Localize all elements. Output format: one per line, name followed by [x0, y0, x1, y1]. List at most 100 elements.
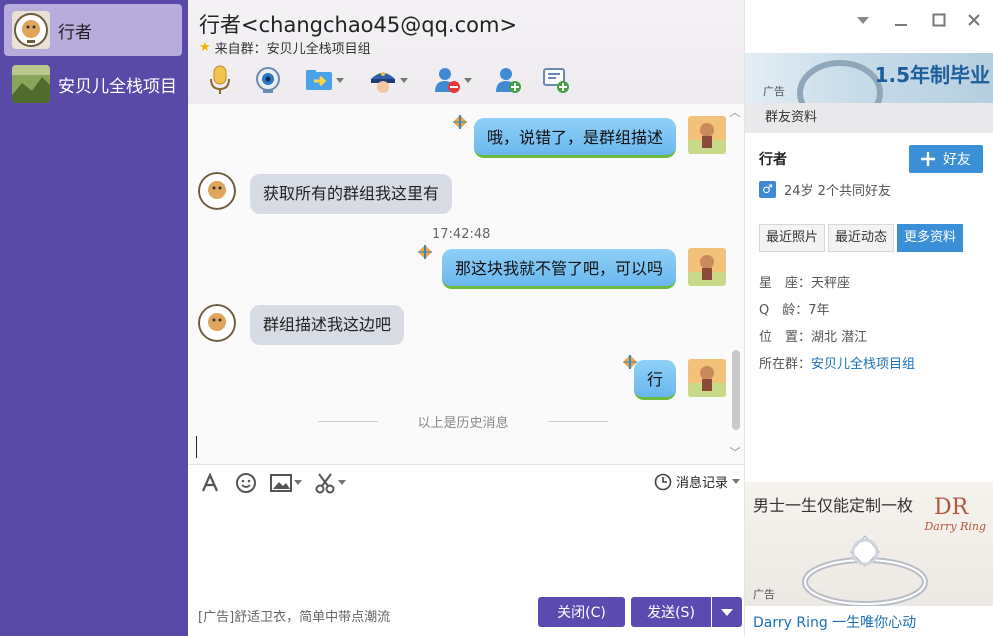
chevron-down-icon[interactable]: [463, 77, 472, 83]
add-friend-button[interactable]: 好友: [909, 145, 983, 173]
send-options-button[interactable]: [712, 597, 742, 627]
avatar[interactable]: [198, 304, 236, 342]
divider-line: [548, 421, 608, 422]
message-manager-icon: [543, 68, 569, 93]
add-friend-label: 好友: [943, 152, 971, 168]
svg-text:DR: DR: [934, 495, 970, 520]
close-button[interactable]: 关闭(C): [538, 597, 625, 627]
tab-more-info[interactable]: 更多资料: [897, 224, 964, 252]
block-user-button[interactable]: [420, 62, 484, 98]
detail-label: 星 座：: [759, 276, 812, 291]
send-file-button[interactable]: [292, 62, 356, 98]
emoji-icon: [236, 472, 256, 493]
voice-call-button[interactable]: [196, 62, 244, 98]
ring-image: [802, 535, 928, 606]
top-ad-banner[interactable]: 1.5年制毕业 广告: [745, 53, 993, 103]
chevron-down-icon: [721, 608, 733, 616]
font-button[interactable]: [192, 465, 228, 501]
add-friend-icon: [496, 68, 521, 93]
dropdown-icon[interactable]: [853, 10, 873, 30]
ad-label: 广告: [763, 85, 785, 98]
scissors-icon: [315, 472, 335, 493]
conversation-name: 行者: [58, 22, 92, 43]
avatar: [12, 65, 50, 103]
message-bubble[interactable]: 获取所有的群组我这里有: [250, 174, 453, 214]
conversation-name: 安贝儿全栈项目: [58, 76, 177, 97]
add-friend-toolbar-button[interactable]: [484, 62, 532, 98]
avatar[interactable]: [198, 172, 236, 210]
minimize-icon[interactable]: [891, 10, 911, 30]
chevron-down-icon[interactable]: [732, 479, 740, 484]
ad-link[interactable]: [广告]舒适卫衣，简单中带点潮流: [198, 606, 390, 625]
detail-label: Q 龄：: [759, 303, 809, 318]
remote-assist-icon: [370, 72, 395, 93]
screenshot-button[interactable]: [308, 465, 352, 501]
avatar: [12, 11, 50, 49]
star-icon: ★: [199, 40, 211, 55]
remote-assist-button[interactable]: [356, 62, 420, 98]
maximize-icon[interactable]: [929, 10, 949, 30]
history-notice: 以上是历史消息: [417, 416, 509, 431]
conversation-item-xingzhe[interactable]: 行者: [4, 4, 182, 56]
close-icon[interactable]: [964, 10, 984, 30]
kite-icon: [453, 115, 467, 129]
file-transfer-icon: [305, 70, 332, 90]
emoji-button[interactable]: [228, 465, 264, 501]
ad-caption-link[interactable]: Darry Ring 一生唯你心动: [753, 612, 916, 632]
kite-icon: [418, 245, 432, 259]
subtitle-text: 来自群：安贝儿全栈项目组: [214, 42, 371, 57]
profile-panel: 1.5年制毕业 广告 群友资料 行者 好友 ♂ 24岁 2个共同好友 最近照片 …: [744, 0, 993, 636]
message-bubble[interactable]: 那这块我就不管了吧，可以吗: [441, 249, 676, 289]
font-icon: [201, 472, 219, 491]
profile-info: ♂ 24岁 2个共同好友: [759, 180, 891, 199]
conversation-sidebar: 行者 安贝儿全栈项目: [0, 0, 188, 636]
image-button[interactable]: [264, 465, 308, 501]
message-bubble[interactable]: 哦，说错了，是群组描述: [473, 118, 676, 158]
chat-panel: 行者<changchao45@qq.com> ★ 来自群：安贝儿全栈项目组 哦，…: [188, 0, 744, 636]
scroll-up-icon[interactable]: ︿: [728, 107, 742, 118]
bottom-ad-banner[interactable]: 男士一生仅能定制一枚 DR Darry Ring 广告: [745, 482, 993, 606]
avatar[interactable]: [688, 248, 726, 286]
profile-details: 星 座： 天秤座 Q 龄： 7年 位 置： 湖北 潜江 所在群： 安贝儿全栈项目…: [759, 272, 915, 380]
detail-label: 位 置：: [759, 330, 812, 345]
message-manager-button[interactable]: [532, 62, 580, 98]
profile-tabs: 最近照片 最近动态 更多资料: [759, 224, 964, 252]
message-bubble[interactable]: 群组描述我这边吧: [250, 305, 405, 345]
video-call-button[interactable]: [244, 62, 292, 98]
avatar[interactable]: [688, 116, 726, 154]
chevron-down-icon[interactable]: [335, 77, 344, 83]
chat-header: 行者<changchao45@qq.com> ★ 来自群：安贝儿全栈项目组: [188, 0, 744, 104]
message-history-button[interactable]: 消息记录: [654, 472, 740, 491]
send-button[interactable]: 发送(S): [631, 597, 711, 627]
detail-value: 7年: [808, 303, 830, 318]
text-cursor: [196, 436, 197, 458]
avatar[interactable]: [688, 359, 726, 397]
group-link[interactable]: 安贝儿全栈项目组: [811, 353, 915, 380]
detail-row-location: 位 置： 湖北 潜江: [759, 326, 915, 353]
detail-row-zodiac: 星 座： 天秤座: [759, 272, 915, 299]
message-timestamp: 17:42:48: [432, 227, 491, 242]
image-icon: [270, 473, 292, 492]
tab-recent-activity[interactable]: 最近动态: [828, 224, 895, 252]
scrollbar-thumb[interactable]: [732, 350, 740, 430]
ring-icon: [797, 60, 883, 103]
detail-value: 天秤座: [811, 276, 851, 291]
chat-subtitle: ★ 来自群：安贝儿全栈项目组: [199, 38, 371, 57]
profile-name: 行者: [759, 152, 787, 168]
chevron-down-icon[interactable]: [294, 480, 302, 485]
message-bubble[interactable]: 行: [633, 360, 676, 400]
message-list[interactable]: 哦，说错了，是群组描述 获取所有的群组我这里有 17:42:48 那这块我就不管…: [188, 104, 744, 464]
chevron-down-icon[interactable]: [338, 480, 346, 485]
message-history-label: 消息记录: [675, 476, 728, 491]
ad-headline: 1.5年制毕业: [874, 63, 990, 87]
male-icon: ♂: [759, 181, 776, 198]
detail-value: 湖北 潜江: [811, 330, 868, 345]
ad-headline: 男士一生仅能定制一枚: [753, 496, 914, 515]
tab-recent-photos[interactable]: 最近照片: [759, 224, 826, 252]
conversation-item-project[interactable]: 安贝儿全栈项目: [4, 58, 182, 110]
chevron-down-icon[interactable]: [399, 77, 408, 83]
scroll-down-icon[interactable]: ﹀: [728, 447, 742, 458]
divider-line: [318, 421, 378, 422]
voice-icon: [210, 65, 230, 94]
brand-logo-icon: DR: [934, 495, 970, 520]
